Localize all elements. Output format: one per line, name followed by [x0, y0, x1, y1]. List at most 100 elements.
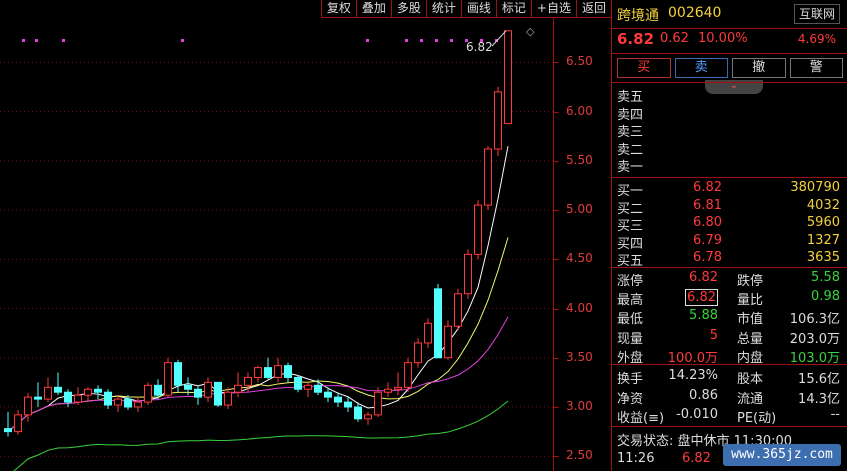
divider — [612, 82, 847, 83]
y-tick-mark — [554, 160, 559, 162]
candle-body[interactable] — [484, 148, 492, 206]
candle-body[interactable] — [204, 381, 212, 398]
fuquan-button[interactable]: 复权 — [320, 0, 356, 18]
bid-row[interactable]: 买四 6.79 1327 — [612, 233, 847, 252]
candle-body[interactable] — [344, 401, 352, 408]
bid-row[interactable]: 买一 6.82 380790 — [612, 180, 847, 199]
candle-body[interactable] — [464, 253, 472, 295]
candle-body[interactable] — [144, 384, 152, 403]
candle-body[interactable] — [104, 391, 112, 406]
candle-body[interactable] — [264, 367, 272, 378]
candle-body[interactable] — [44, 386, 52, 400]
candle-body[interactable] — [404, 362, 412, 388]
candle-body[interactable] — [94, 388, 102, 393]
ask-row[interactable]: 卖二 — [612, 139, 847, 158]
draw-line-button[interactable]: 画线 — [460, 0, 496, 18]
candle-body[interactable] — [84, 388, 92, 396]
diamond-icon[interactable]: ◇ — [526, 25, 535, 38]
candle-body[interactable] — [244, 376, 252, 386]
candle-body[interactable] — [254, 367, 262, 378]
stats-button[interactable]: 统计 — [425, 0, 461, 18]
candle-body[interactable] — [74, 394, 82, 403]
signal-dot — [62, 39, 65, 42]
ask-row[interactable]: 卖三 — [612, 121, 847, 140]
level-label: 卖五 — [617, 90, 644, 105]
y-tick-mark — [554, 259, 559, 261]
candle-body[interactable] — [434, 288, 442, 359]
candle-body[interactable] — [134, 401, 142, 408]
candle-body[interactable] — [394, 386, 402, 390]
candle-body[interactable] — [324, 391, 332, 398]
bid-row[interactable]: 买二 6.81 4032 — [612, 198, 847, 217]
kline-chart[interactable]: 6.82 ◇ 复权 叠加 多股 统计 画线 标记 +自选 返回 6.50 6.00 5… — [0, 0, 611, 471]
stat-value: 203.0万 — [789, 331, 840, 347]
bid-row[interactable]: 买三 6.80 5960 — [612, 215, 847, 234]
overlay-button[interactable]: 叠加 — [355, 0, 391, 18]
candle-body[interactable] — [124, 398, 132, 408]
candle-body[interactable] — [284, 365, 292, 378]
candle-body[interactable] — [454, 293, 462, 327]
level-label: 买四 — [617, 236, 644, 252]
alert-button[interactable]: 警 — [789, 58, 843, 78]
candle-body[interactable] — [54, 386, 62, 393]
candle-body[interactable] — [194, 388, 202, 398]
candle-body[interactable] — [274, 365, 282, 378]
level-price: 6.82 — [693, 180, 722, 195]
mark-button[interactable]: 标记 — [495, 0, 531, 18]
candle-body[interactable] — [494, 91, 502, 150]
candle-body[interactable] — [314, 384, 322, 393]
candle-body[interactable] — [64, 391, 72, 403]
bid-row[interactable]: 买五 6.78 3635 — [612, 250, 847, 269]
stat-label: 净资 — [617, 391, 644, 407]
candle-body[interactable] — [214, 381, 222, 406]
y-tick-label: 3.50 — [566, 349, 593, 364]
candle-body[interactable] — [384, 388, 392, 393]
candle-body[interactable] — [294, 376, 302, 390]
candle-body[interactable] — [174, 362, 182, 386]
stat-label: 收益(≡) — [617, 411, 665, 426]
level-label: 买三 — [617, 219, 644, 234]
candle-body[interactable] — [354, 406, 362, 420]
candle-body[interactable] — [334, 396, 342, 403]
buy-button[interactable]: 买 — [617, 58, 671, 78]
candle-body[interactable] — [234, 384, 242, 393]
ask-row[interactable]: 卖四 — [612, 104, 847, 123]
candle-body[interactable] — [364, 414, 372, 420]
divider — [612, 364, 847, 365]
back-button[interactable]: 返回 — [575, 0, 611, 18]
candle-body[interactable] — [184, 384, 192, 390]
stat-value: 5 — [709, 327, 718, 343]
level-price: 6.80 — [693, 215, 722, 230]
add-watchlist-button[interactable]: +自选 — [530, 0, 576, 18]
stat-label: 换手 — [617, 372, 644, 387]
candle-body[interactable] — [164, 362, 172, 396]
candle-body[interactable] — [224, 391, 232, 406]
candle-body[interactable] — [24, 396, 32, 416]
candle-body[interactable] — [414, 342, 422, 364]
candle-body[interactable] — [304, 384, 312, 390]
candle-body[interactable] — [34, 396, 42, 400]
candle-body[interactable] — [114, 398, 122, 406]
multi-stock-button[interactable]: 多股 — [390, 0, 426, 18]
candle-body[interactable] — [444, 325, 452, 359]
candle-body[interactable] — [14, 414, 22, 433]
ask-row[interactable]: 卖五 — [612, 86, 847, 105]
candle-body[interactable] — [504, 30, 512, 124]
sector-tag-button[interactable]: 互联网 — [794, 4, 840, 24]
candle-body[interactable] — [474, 204, 482, 255]
sell-button[interactable]: 卖 — [674, 58, 728, 78]
signal-dot — [420, 39, 423, 42]
ask-row[interactable]: 卖一 — [612, 156, 847, 175]
signal-dot — [405, 39, 408, 42]
candle-body[interactable] — [424, 322, 432, 344]
price-change: 0.62 — [660, 31, 689, 46]
candle-body[interactable] — [374, 391, 382, 416]
level-price: 6.78 — [693, 250, 722, 265]
y-tick-label: 6.00 — [566, 103, 593, 118]
candle-body[interactable] — [154, 384, 162, 396]
candle-body[interactable] — [4, 428, 12, 433]
y-tick-mark — [554, 357, 559, 359]
cancel-order-button[interactable]: 撤 — [732, 58, 786, 78]
stat-label: 跌停 — [737, 274, 764, 289]
kline-plot[interactable]: 6.82 ◇ — [0, 0, 553, 471]
